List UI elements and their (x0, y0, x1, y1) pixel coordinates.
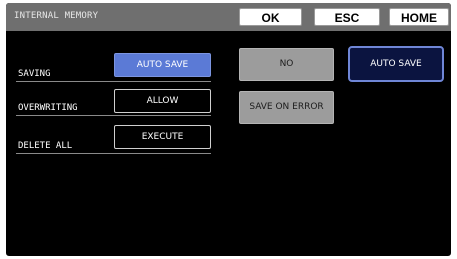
overwriting-divider (16, 115, 211, 116)
overwriting-label: OVERWRITING (18, 103, 78, 113)
saving-label: SAVING (18, 69, 51, 79)
delete-all-divider (16, 153, 211, 154)
esc-button[interactable]: ESC (314, 8, 380, 26)
internal-memory-screen: INTERNAL MEMORY OK ESC HOME SAVING AUTO … (6, 3, 451, 256)
saving-value-button[interactable]: AUTO SAVE (114, 53, 211, 77)
delete-all-execute-button[interactable]: EXECUTE (114, 125, 211, 149)
header-bar: INTERNAL MEMORY OK ESC HOME (6, 3, 451, 31)
delete-all-label: DELETE ALL (18, 141, 73, 151)
no-option-button[interactable]: NO (239, 48, 334, 81)
page-title: INTERNAL MEMORY (14, 11, 99, 21)
auto-save-option-button[interactable]: AUTO SAVE (348, 46, 444, 82)
home-button[interactable]: HOME (389, 8, 449, 26)
overwriting-value-button[interactable]: ALLOW (114, 89, 211, 113)
saving-divider (16, 81, 211, 82)
ok-button[interactable]: OK (239, 8, 302, 26)
save-on-error-option-button[interactable]: SAVE ON ERROR (239, 91, 334, 124)
